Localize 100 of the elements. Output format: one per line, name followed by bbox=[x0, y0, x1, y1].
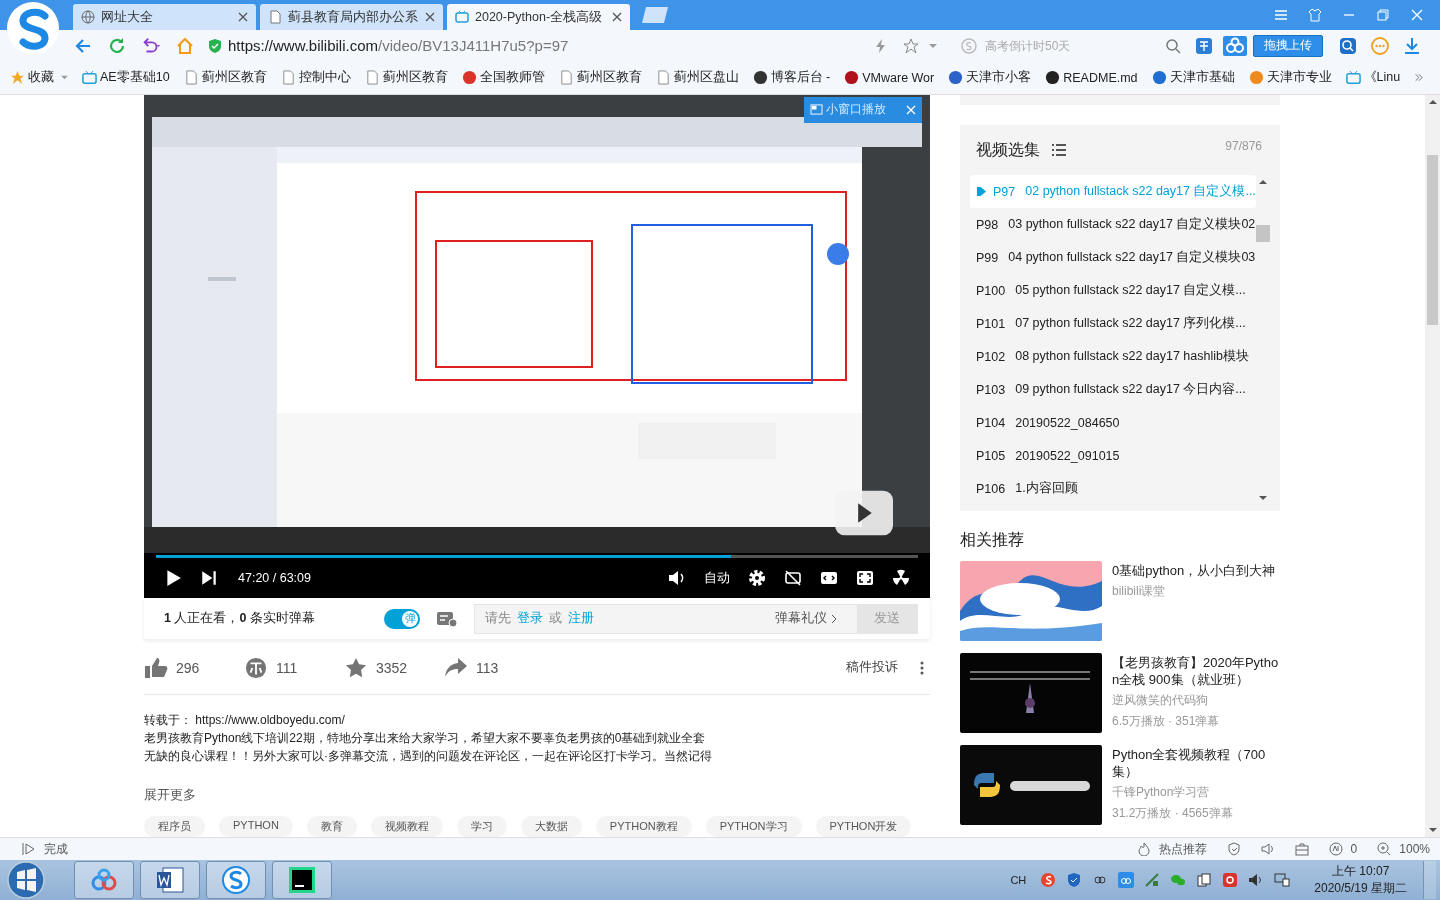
bookmark-item[interactable]: AE零基础10 bbox=[82, 69, 170, 87]
episode-item[interactable]: P101 07 python fullstack s22 day17 序列化模... bbox=[970, 307, 1256, 341]
bookmark-item[interactable]: 蓟州区盘山 bbox=[655, 69, 739, 87]
scroll-thumb[interactable] bbox=[1427, 154, 1438, 325]
bookmark-item[interactable]: 控制中心 bbox=[280, 69, 351, 87]
tag[interactable]: 视频教程 bbox=[370, 816, 443, 838]
tag[interactable]: PYTHON教程 bbox=[595, 816, 692, 838]
browser-tab[interactable]: 网址大全 bbox=[73, 4, 256, 30]
volume-icon[interactable] bbox=[668, 568, 686, 587]
episode-item[interactable]: P102 08 python fullstack s22 day17 hashlib模块 bbox=[970, 340, 1256, 374]
video-title[interactable]: 【老男孩教育】2020年Python全栈 900集（就业班） bbox=[1112, 654, 1280, 689]
bookmark-item[interactable]: 天津市专业 bbox=[1248, 69, 1332, 87]
taskbar-app[interactable] bbox=[140, 861, 200, 899]
star-icon[interactable] bbox=[903, 38, 919, 54]
magnifier-icon[interactable] bbox=[1339, 37, 1357, 55]
tag[interactable]: 学习 bbox=[456, 816, 507, 838]
stat-button[interactable]: 3352 bbox=[344, 656, 444, 679]
scrollbar[interactable] bbox=[1425, 94, 1440, 838]
episode-item[interactable]: P100 05 python fullstack s22 day17 自定义模... bbox=[970, 274, 1256, 308]
bookmark-item[interactable]: VMware Wor bbox=[844, 70, 935, 86]
bookmark-item[interactable]: 全国教师管 bbox=[461, 69, 545, 87]
caret-icon[interactable] bbox=[929, 43, 937, 49]
settings-icon[interactable] bbox=[748, 568, 766, 587]
video-title[interactable]: Python全套视频教程（700集） bbox=[1112, 746, 1280, 781]
cloud-icon[interactable] bbox=[1223, 36, 1247, 56]
quality-button[interactable]: 自动 bbox=[704, 568, 730, 587]
tag[interactable]: PYTHON bbox=[219, 816, 293, 838]
zoom-level[interactable]: 100% bbox=[1399, 842, 1430, 857]
start-button[interactable] bbox=[6, 860, 46, 900]
stat-button[interactable]: 113 bbox=[444, 656, 544, 679]
play-icon[interactable] bbox=[164, 568, 182, 587]
menu-icon[interactable] bbox=[1274, 8, 1288, 22]
episode-item[interactable]: P106 1.内容回顾 bbox=[970, 472, 1256, 506]
scroll-up-icon[interactable] bbox=[1259, 179, 1267, 186]
taskbar-app[interactable] bbox=[272, 861, 332, 899]
download-icon[interactable] bbox=[1403, 37, 1421, 55]
ad-block-icon[interactable] bbox=[1328, 842, 1343, 857]
sidebar-toggle-icon[interactable] bbox=[22, 842, 36, 857]
bookmark-item[interactable]: 蓟州区教育 bbox=[183, 69, 267, 87]
next-icon[interactable] bbox=[200, 568, 218, 587]
stat-button[interactable]: 296 bbox=[144, 656, 244, 679]
scroll-down-icon[interactable] bbox=[1428, 827, 1437, 834]
tag[interactable]: 程序员 bbox=[144, 816, 205, 838]
security-icon[interactable] bbox=[1222, 872, 1239, 888]
close-icon[interactable] bbox=[238, 12, 248, 22]
danmaku-settings-icon[interactable] bbox=[436, 609, 458, 628]
bookmark-item[interactable]: 《Linu bbox=[1345, 69, 1401, 87]
list-icon[interactable] bbox=[1052, 144, 1066, 157]
sogou-icon[interactable] bbox=[1040, 872, 1057, 888]
episode-item[interactable]: P105 20190522_091015 bbox=[970, 439, 1256, 473]
tag[interactable]: 大数据 bbox=[520, 816, 582, 838]
close-icon[interactable] bbox=[425, 12, 435, 22]
tag[interactable]: 教育 bbox=[306, 816, 357, 838]
bookmark-item[interactable]: 天津市小客 bbox=[948, 69, 1032, 87]
bookmark-item[interactable]: 蓟州区教育 bbox=[558, 69, 642, 87]
episode-item[interactable]: P103 09 python fullstack s22 day17 今日内容... bbox=[970, 373, 1256, 407]
bookmark-item[interactable]: 博客后台 - bbox=[752, 69, 831, 87]
input-language[interactable]: CH bbox=[1010, 874, 1027, 886]
hot-topics-link[interactable]: 热点推荐 bbox=[1158, 840, 1207, 858]
tag[interactable]: PYTHON开发 bbox=[815, 816, 912, 838]
monitor-icon[interactable] bbox=[1274, 872, 1291, 888]
search-icon[interactable] bbox=[1165, 38, 1181, 54]
etiquette-link[interactable]: 弹幕礼仪 bbox=[775, 610, 837, 628]
episode-item[interactable]: P104 20190522_084650 bbox=[970, 406, 1256, 440]
cloud-icon[interactable] bbox=[1118, 872, 1135, 888]
shirt-icon[interactable] bbox=[1308, 8, 1322, 22]
episode-item[interactable]: P98 03 python fullstack s22 day17 自定义模块02 bbox=[970, 208, 1256, 242]
video-title[interactable]: 0基础python，从小白到大神 bbox=[1112, 562, 1280, 580]
zoom-icon[interactable] bbox=[1377, 842, 1392, 857]
chevron-icon[interactable] bbox=[1414, 72, 1424, 84]
shield-icon[interactable] bbox=[1066, 872, 1083, 888]
bookmark-item[interactable]: 蓟州区教育 bbox=[364, 69, 448, 87]
browser-tab[interactable]: 蓟县教育局内部办公系 bbox=[260, 4, 443, 30]
report-link[interactable]: 稿件投诉 bbox=[846, 659, 898, 677]
stat-button[interactable]: 111 bbox=[244, 656, 344, 679]
new-tab-button[interactable] bbox=[642, 6, 670, 24]
bookmark-item[interactable]: 收藏 bbox=[10, 69, 68, 87]
flame-icon[interactable] bbox=[1136, 842, 1151, 857]
scroll-thumb[interactable] bbox=[1256, 225, 1270, 243]
toolbox-icon[interactable] bbox=[1294, 842, 1309, 857]
tag[interactable]: PYTHON学习 bbox=[705, 816, 802, 838]
browser-tab[interactable]: 2020-Python-全栈高级 bbox=[447, 4, 630, 30]
bookmark-item[interactable]: 天津市基础 bbox=[1151, 69, 1235, 87]
translate-icon[interactable] bbox=[1195, 37, 1213, 55]
episode-item[interactable]: P99 04 python fullstack s22 day17 自定义模块03 bbox=[970, 241, 1256, 275]
fullscreen-icon[interactable] bbox=[856, 568, 874, 587]
network-icon[interactable] bbox=[1144, 872, 1161, 888]
shield-icon[interactable] bbox=[1226, 842, 1241, 857]
play-icon[interactable] bbox=[835, 489, 893, 536]
address-field[interactable]: https://www.bilibili.com/video/BV13J411H7u5?p=97 bbox=[208, 33, 863, 59]
search-field[interactable]: 高考倒计时50天 bbox=[983, 38, 1159, 54]
restore-icon[interactable] bbox=[1376, 8, 1390, 22]
clipboard-icon[interactable] bbox=[1196, 872, 1213, 888]
danmaku-off-icon[interactable] bbox=[784, 568, 802, 587]
radiation-icon[interactable] bbox=[892, 568, 910, 587]
bookmark-item[interactable]: README.md bbox=[1045, 70, 1138, 86]
more-icon[interactable] bbox=[920, 659, 924, 676]
expand-link[interactable]: 展开更多 bbox=[144, 787, 930, 805]
scroll-up-icon[interactable] bbox=[1428, 98, 1437, 105]
progress-bar[interactable] bbox=[156, 554, 918, 558]
